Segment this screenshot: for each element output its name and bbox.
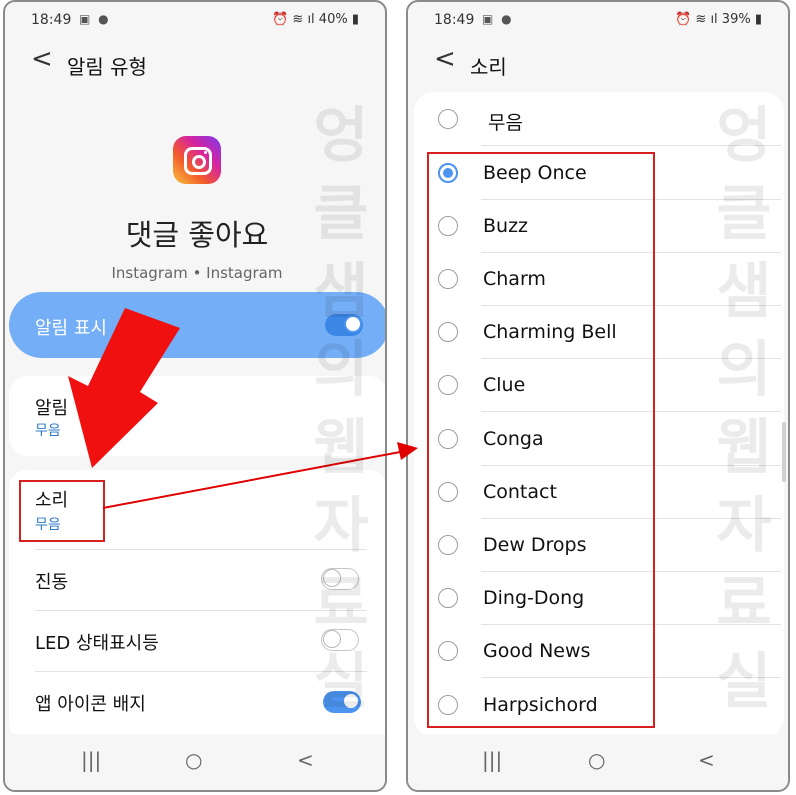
- battery-percent: 39%: [721, 12, 751, 27]
- led-toggle[interactable]: [321, 629, 359, 651]
- right-phone-screen: 18:49 ▣ ● ⏰ ≋ ıl 39% ▮ < 소리 엉클샘의웹자료실 무음 …: [406, 0, 790, 792]
- options-highlight-box: [427, 152, 655, 728]
- sound-option-label: 무음: [488, 112, 523, 134]
- show-alerts-row[interactable]: 알림 표시: [9, 292, 385, 358]
- page-title: 알림 유형: [67, 55, 147, 79]
- radio-button[interactable]: [438, 109, 458, 129]
- channel-title: 댓글 좋아요: [125, 218, 269, 252]
- show-alerts-label: 알림 표시: [35, 318, 107, 339]
- scrollbar[interactable]: [782, 422, 786, 482]
- back-button[interactable]: <: [297, 748, 314, 772]
- alert-style-value: 무음: [35, 423, 61, 439]
- instagram-app-icon: [173, 136, 221, 184]
- badge-toggle[interactable]: [323, 691, 361, 713]
- status-bar: 18:49 ▣ ● ⏰ ≋ ıl 40% ▮: [31, 10, 359, 32]
- status-time: 18:49: [434, 12, 475, 28]
- navigation-bar: ||| ○ <: [5, 734, 385, 790]
- status-bar: 18:49 ▣ ● ⏰ ≋ ıl 39% ▮: [434, 10, 762, 32]
- notification-icons: ▣ ●: [482, 12, 514, 26]
- alert-style-card[interactable]: 알림 무음: [9, 376, 385, 456]
- home-button[interactable]: ○: [185, 748, 202, 772]
- status-time: 18:49: [31, 12, 72, 28]
- badge-label: 앱 아이콘 배지: [35, 694, 146, 715]
- battery-percent: 40%: [318, 12, 348, 27]
- badge-row[interactable]: 앱 아이콘 배지: [9, 672, 385, 732]
- back-icon[interactable]: <: [434, 44, 456, 74]
- left-phone-screen: 18:49 ▣ ● ⏰ ≋ ıl 40% ▮ < 알림 유형 엉클샘의웹자료실 …: [3, 0, 387, 792]
- back-icon[interactable]: <: [31, 44, 53, 74]
- recents-button[interactable]: |||: [81, 748, 101, 772]
- vibration-row[interactable]: 진동: [9, 550, 385, 610]
- led-label: LED 상태표시등: [35, 633, 159, 654]
- page-title: 소리: [470, 55, 507, 79]
- alert-style-label: 알림: [35, 398, 69, 419]
- navigation-bar: ||| ○ <: [408, 734, 788, 790]
- status-right: ⏰ ≋ ıl 39% ▮: [675, 12, 762, 27]
- led-row[interactable]: LED 상태표시등: [9, 611, 385, 671]
- sound-option[interactable]: 무음: [414, 92, 784, 145]
- recents-button[interactable]: |||: [482, 748, 502, 772]
- show-alerts-toggle[interactable]: [325, 314, 363, 336]
- sound-highlight-box: [19, 480, 105, 542]
- home-button[interactable]: ○: [588, 748, 605, 772]
- vibration-toggle[interactable]: [321, 568, 359, 590]
- vibration-label: 진동: [35, 572, 69, 593]
- status-right: ⏰ ≋ ıl 40% ▮: [272, 12, 359, 27]
- channel-subtitle: Instagram • Instagram: [111, 264, 283, 282]
- back-button[interactable]: <: [698, 748, 715, 772]
- notification-icons: ▣ ●: [79, 12, 111, 26]
